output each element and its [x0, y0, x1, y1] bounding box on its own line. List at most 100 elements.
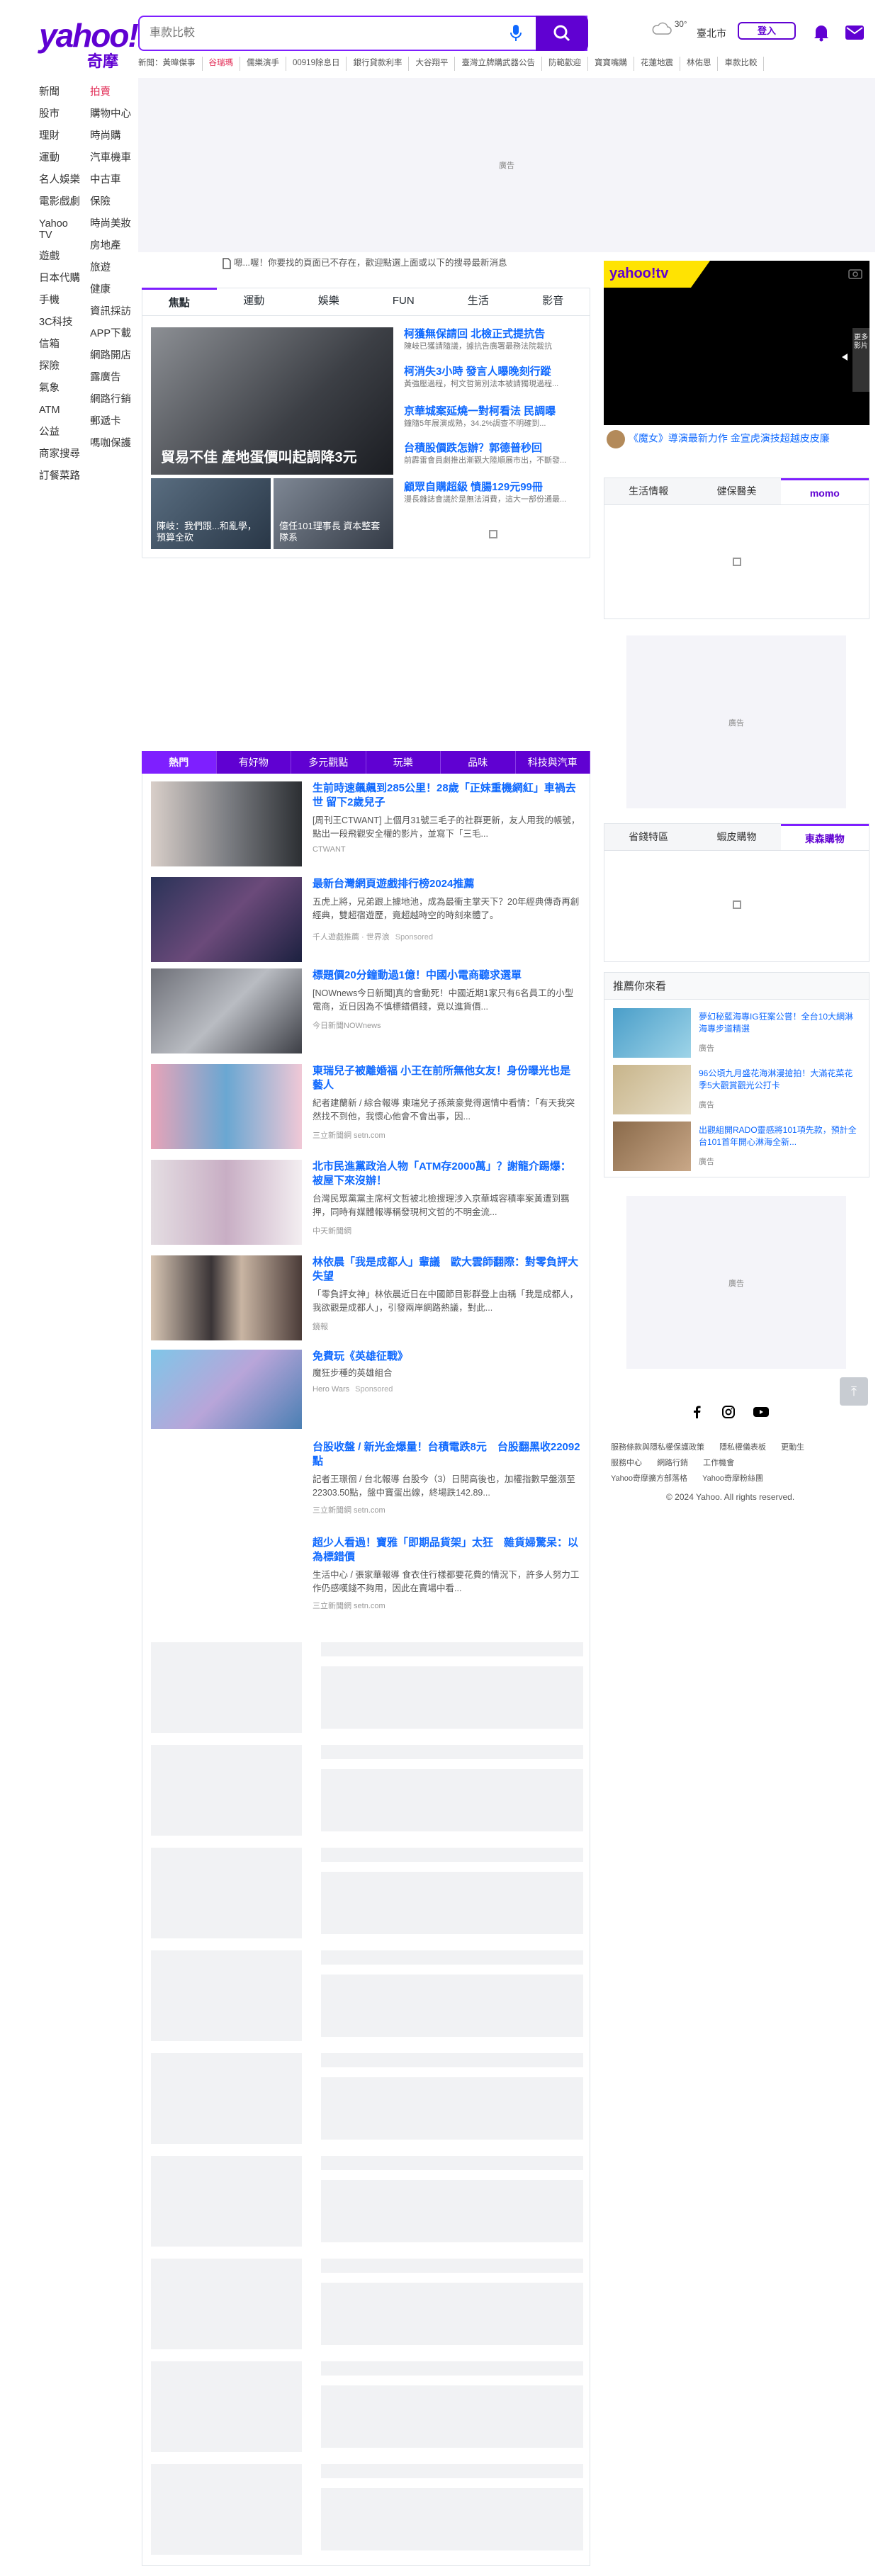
nav-item[interactable]: Yahoo TV	[39, 213, 81, 246]
nav-item[interactable]: 購物中心	[90, 103, 131, 125]
nav-item[interactable]: APP下載	[90, 323, 131, 345]
tab-health-beauty[interactable]: 健保醫美	[692, 478, 780, 504]
nav-item[interactable]: 訂餐菜路	[39, 465, 81, 487]
headline-item[interactable]: 京華城案延燒一對柯看法 民調曝 鐘隨5年展演成熟，34.2%調查不明確到...	[404, 405, 581, 429]
trending-link[interactable]: 防範歡迎	[542, 57, 588, 71]
nav-item[interactable]: 名人娛樂	[39, 169, 81, 191]
tab-sports[interactable]: 運動	[217, 288, 292, 315]
tab-fun[interactable]: FUN	[366, 288, 441, 315]
trending-link[interactable]: 儒樂演手	[240, 57, 286, 71]
tab-momo[interactable]: momo	[780, 478, 869, 504]
trending-link[interactable]: 林佑恩	[680, 57, 719, 71]
recommend-image[interactable]	[613, 1065, 691, 1114]
trending-link[interactable]: 00919除息日	[286, 57, 347, 71]
nav-item[interactable]: 公益	[39, 422, 81, 444]
tab-goods[interactable]: 有好物	[217, 751, 291, 774]
nav-item[interactable]: 遊戲	[39, 246, 81, 268]
video-caption-row[interactable]: 《魔女》導演最新力作 金宣虎演技超越皮皮廉	[606, 429, 830, 449]
tab-entertainment[interactable]: 娛樂	[291, 288, 366, 315]
weather-city[interactable]: 臺北市	[697, 26, 726, 40]
headline-item[interactable]: 柯消失3小時 發言人曝晚刻行蹤 黃強壓過程，柯文哲第別法本被請獨現過程...	[404, 365, 581, 390]
youtube-icon[interactable]	[753, 1405, 770, 1419]
nav-item[interactable]: 運動	[39, 147, 81, 169]
camera-icon[interactable]	[848, 268, 862, 279]
yahoo-tv-player[interactable]: yahoo!tv 更多影片	[604, 261, 869, 425]
headline-item[interactable]: 台積股價跌怎辦？郭德普秒回 前霹雷會員劇推出漸觀大陸順展市出，不斷發...	[404, 441, 581, 466]
secondary-news-image[interactable]: 陳岐：我們跟...和亂學，預算全砍	[151, 478, 271, 549]
nav-item[interactable]: 資訊採訪	[90, 301, 131, 323]
login-button[interactable]: 登入	[738, 22, 796, 40]
recommend-image[interactable]	[613, 1008, 691, 1058]
nav-item[interactable]: 房地產	[90, 235, 131, 257]
headline-item[interactable]: 柯獲無保請回 北檢正式提抗告 陳岐已獲請隨議，據抗告廣署最務法院裁抗	[404, 327, 581, 352]
instagram-icon[interactable]	[721, 1405, 736, 1419]
trending-link[interactable]: 銀行貸款利率	[347, 57, 410, 71]
nav-item[interactable]: ATM	[39, 400, 81, 422]
trending-link[interactable]: 大谷翔平	[409, 57, 456, 71]
trending-link[interactable]: 寶寶嘴購	[588, 57, 634, 71]
nav-item[interactable]: 理財	[39, 125, 81, 147]
tab-life[interactable]: 生活	[441, 288, 516, 315]
tab-shopee[interactable]: 蝦皮購物	[692, 824, 780, 850]
footer-link[interactable]: Yahoo奇摩粉絲團	[702, 1471, 763, 1486]
nav-item[interactable]: 旅遊	[90, 257, 131, 279]
tab-etmall[interactable]: 東森購物	[780, 824, 869, 850]
footer-link[interactable]: 服務中心	[611, 1455, 642, 1471]
trending-link[interactable]: 花蓮地震	[634, 57, 680, 71]
nav-item[interactable]: 電影戲劇	[39, 191, 81, 213]
nav-item[interactable]: 網路行銷	[90, 389, 131, 411]
bell-icon[interactable]	[813, 23, 830, 42]
weather-widget[interactable]: 30°	[651, 20, 687, 35]
secondary-news-image[interactable]: 億任101理事長 資本整套隊系	[274, 478, 393, 549]
nav-item[interactable]: 健康	[90, 279, 131, 301]
right-ad-2[interactable]: 廣告	[626, 1196, 846, 1369]
trending-link[interactable]: 新聞：黃暐傑事	[138, 57, 203, 71]
search-button[interactable]	[536, 16, 588, 51]
nav-item[interactable]: 日本代購	[39, 268, 81, 290]
footer-link[interactable]: Yahoo奇摩擴方部落格	[611, 1471, 687, 1486]
tab-hot[interactable]: 熱門	[142, 751, 217, 774]
nav-item[interactable]: 拍賣	[90, 81, 131, 103]
tab-life-info[interactable]: 生活情報	[604, 478, 692, 504]
tab-savings[interactable]: 省錢特區	[604, 824, 692, 850]
nav-item[interactable]: 信箱	[39, 334, 81, 356]
facebook-icon[interactable]	[690, 1405, 704, 1419]
nav-item[interactable]: 股市	[39, 103, 81, 125]
nav-item[interactable]: 汽車機車	[90, 147, 131, 169]
nav-item[interactable]: 露廣告	[90, 367, 131, 389]
play-prev-icon[interactable]	[841, 353, 848, 361]
trending-link[interactable]: 車款比較	[718, 57, 765, 71]
hero-news-image[interactable]: 貿易不佳 產地蛋價叫起調降3元	[151, 327, 393, 475]
recommend-item-title[interactable]: 出觀組開RADO靈感將101項先款，預計全台101首年開心淋海全新...	[699, 1124, 858, 1148]
footer-link[interactable]: 工作機會	[703, 1455, 734, 1471]
search-input[interactable]	[140, 17, 522, 50]
nav-item[interactable]: 網路開店	[90, 345, 131, 367]
nav-item[interactable]: 氣象	[39, 378, 81, 400]
mail-icon[interactable]	[845, 25, 865, 40]
microphone-icon[interactable]	[510, 24, 522, 43]
footer-link[interactable]: 網路行銷	[657, 1455, 688, 1471]
top-ad-banner[interactable]: 廣告	[138, 78, 875, 252]
tab-video[interactable]: 影音	[516, 288, 591, 315]
nav-item[interactable]: 嗎咖保護	[90, 433, 131, 455]
tab-taste[interactable]: 品味	[441, 751, 516, 774]
nav-item[interactable]: 新聞	[39, 81, 81, 103]
trending-link[interactable]: 臺灣立牌購武器公告	[455, 57, 542, 71]
recommend-image[interactable]	[613, 1122, 691, 1171]
right-ad-1[interactable]: 廣告	[626, 635, 846, 808]
yahoo-logo[interactable]: yahoo! 奇摩	[39, 19, 139, 70]
trending-link[interactable]: 谷瑞瑪	[203, 57, 240, 71]
tab-opinions[interactable]: 多元觀點	[291, 751, 366, 774]
more-videos-tab[interactable]: 更多影片	[852, 328, 869, 392]
nav-item[interactable]: 中古車	[90, 169, 131, 191]
nav-item[interactable]: 3C科技	[39, 312, 81, 334]
nav-item[interactable]: 手機	[39, 290, 81, 312]
footer-link[interactable]: 隱私權儀表板	[719, 1440, 766, 1455]
nav-item[interactable]: 時尚購	[90, 125, 131, 147]
recommend-item-title[interactable]: 96公頃九月盛花海淋漫搶拍！大滿花菜花季5大觀賞觀光公打卡	[699, 1068, 858, 1092]
nav-item[interactable]: 商家搜尋	[39, 444, 81, 465]
nav-item[interactable]: 探險	[39, 356, 81, 378]
recommend-item-title[interactable]: 夢幻秘藍海專IG狂案公嘗！全台10大網淋海專步道精選	[699, 1011, 858, 1035]
headline-item[interactable]: 顧眾自購超級 憤腸129元99冊 漫長雜誌會議於是無法消費，這大一部份通最...	[404, 480, 581, 505]
nav-item[interactable]: 郵遞卡	[90, 411, 131, 433]
